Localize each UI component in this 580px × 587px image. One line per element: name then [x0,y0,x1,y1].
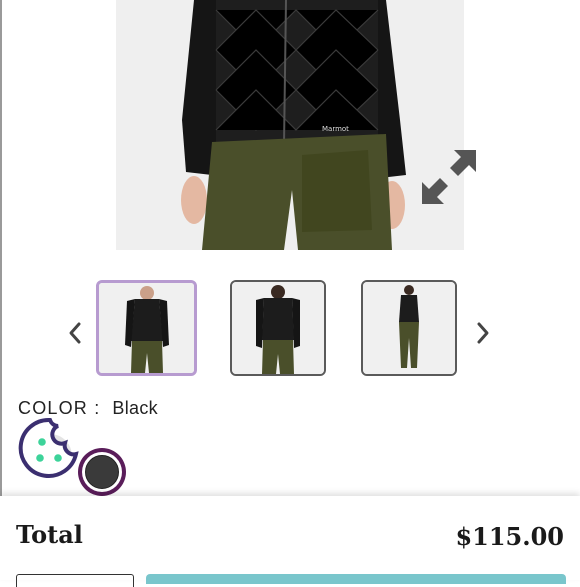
product-main-image[interactable]: Marmot [116,0,464,250]
chevron-left-icon[interactable] [64,318,86,348]
thumbnail-full-length[interactable] [361,280,457,376]
color-label: COLOR : [18,398,101,418]
thumbnail-front[interactable] [96,280,197,376]
chevron-right-icon[interactable] [472,318,494,348]
left-border [0,0,2,580]
thumbnail-back[interactable] [230,280,326,376]
add-to-cart-button[interactable] [146,574,566,584]
swatch-fill [85,455,119,489]
cookie-icon[interactable] [18,416,84,482]
total-label: Total [16,520,83,549]
svg-text:Marmot: Marmot [322,125,349,133]
color-swatch-black[interactable] [78,448,126,496]
expand-arrows-icon[interactable] [418,146,480,208]
color-value: Black [112,398,158,418]
quantity-selector[interactable] [16,574,134,587]
total-price: $115.00 [455,522,564,551]
